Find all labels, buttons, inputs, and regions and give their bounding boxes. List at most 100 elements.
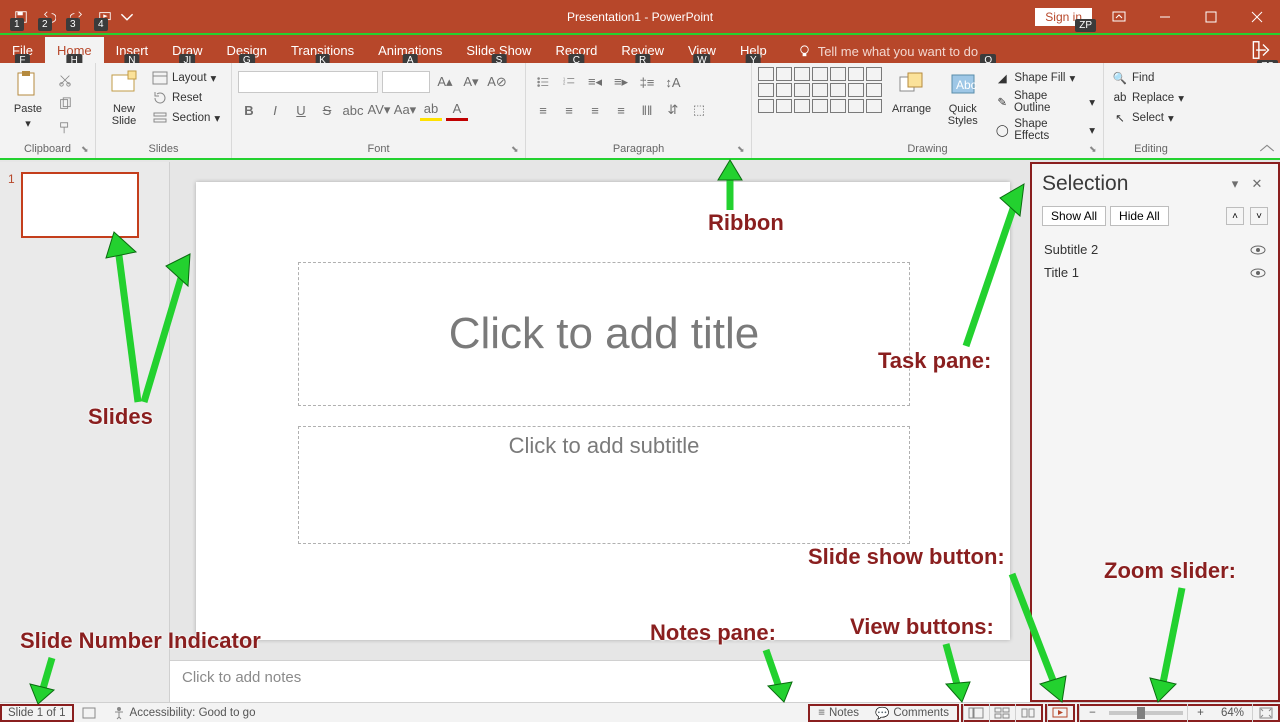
tab-file[interactable]: FileF: [0, 37, 45, 63]
language-indicator[interactable]: [74, 707, 104, 719]
layout-button[interactable]: Layout ▾: [150, 69, 222, 87]
increase-indent-button[interactable]: ≡▸: [610, 71, 632, 93]
qat-redo[interactable]: 3: [64, 5, 90, 29]
notes-pane[interactable]: Click to add notes: [170, 660, 1030, 702]
qat-save[interactable]: 1: [8, 5, 34, 29]
quick-styles-button[interactable]: Abc Quick Styles: [941, 67, 984, 143]
highlight-button[interactable]: ab: [420, 99, 442, 121]
tab-slide-show[interactable]: Slide ShowS: [454, 37, 543, 63]
slide-show-button[interactable]: [1047, 704, 1073, 722]
slide-canvas-area[interactable]: Click to add title Click to add subtitle: [170, 162, 1030, 702]
font-name-combo[interactable]: [238, 71, 378, 93]
qat-start-from-beginning[interactable]: 4: [92, 5, 118, 29]
replace-button[interactable]: abReplace ▾: [1110, 89, 1192, 107]
find-button[interactable]: 🔍Find: [1110, 69, 1192, 87]
line-spacing-button[interactable]: ‡≡: [636, 71, 658, 93]
normal-view-button[interactable]: [963, 704, 989, 722]
tab-help[interactable]: HelpY: [728, 37, 779, 63]
bullets-button[interactable]: [532, 71, 554, 93]
window-close[interactable]: [1234, 0, 1280, 33]
increase-font-button[interactable]: A▴: [434, 71, 456, 93]
zoom-out-button[interactable]: −: [1079, 704, 1105, 722]
slide-number-indicator[interactable]: Slide 1 of 1: [0, 704, 74, 722]
comments-button[interactable]: 💬 Comments: [867, 706, 957, 720]
tab-insert[interactable]: InsertN: [104, 37, 161, 63]
fit-to-window-button[interactable]: [1252, 704, 1278, 722]
select-button[interactable]: ↖Select ▾: [1110, 109, 1192, 127]
zoom-in-button[interactable]: +: [1187, 704, 1213, 722]
paste-button[interactable]: Paste ▾: [6, 67, 50, 139]
ribbon-display-options[interactable]: [1096, 0, 1142, 33]
shadow-button[interactable]: abc: [342, 99, 364, 121]
bold-button[interactable]: B: [238, 99, 260, 121]
align-center-button[interactable]: ≡: [558, 99, 580, 121]
send-backward-button[interactable]: ˅: [1250, 207, 1268, 225]
thumbnail-slide-1[interactable]: [21, 172, 139, 238]
dialog-launcher-icon[interactable]: ⬊: [737, 144, 749, 156]
decrease-indent-button[interactable]: ≡◂: [584, 71, 606, 93]
align-text-button[interactable]: ⇵: [662, 99, 684, 121]
selection-item[interactable]: Subtitle 2: [1042, 238, 1268, 261]
tab-home[interactable]: HomeH: [45, 37, 104, 63]
sign-in-button[interactable]: Sign in ZP: [1035, 8, 1092, 26]
arrange-button[interactable]: Arrange: [890, 67, 933, 143]
eye-icon[interactable]: [1250, 267, 1266, 279]
align-right-button[interactable]: ≡: [584, 99, 606, 121]
columns-button[interactable]: ‖‖: [636, 99, 658, 121]
copy-button[interactable]: [54, 93, 76, 115]
decrease-font-button[interactable]: A▾: [460, 71, 482, 93]
window-maximize[interactable]: [1188, 0, 1234, 33]
strikethrough-button[interactable]: S: [316, 99, 338, 121]
eye-icon[interactable]: [1250, 244, 1266, 256]
slide-thumbnails-pane[interactable]: 1: [0, 162, 170, 702]
zoom-slider[interactable]: [1109, 711, 1183, 715]
show-all-button[interactable]: Show All: [1042, 206, 1106, 226]
title-placeholder[interactable]: Click to add title: [298, 262, 910, 406]
tell-me-search[interactable]: Tell me what you want to do Q: [797, 44, 978, 63]
reading-view-button[interactable]: [1015, 704, 1041, 722]
hide-all-button[interactable]: Hide All: [1110, 206, 1169, 226]
dialog-launcher-icon[interactable]: ⬊: [81, 144, 93, 156]
tab-record[interactable]: RecordC: [543, 37, 609, 63]
shape-fill-button[interactable]: ◢Shape Fill ▾: [992, 69, 1097, 87]
font-color-button[interactable]: A: [446, 99, 468, 121]
pane-options-button[interactable]: ▾: [1224, 173, 1246, 195]
share-button[interactable]: ZS: [1252, 39, 1274, 61]
smartart-button[interactable]: ⬚: [688, 99, 710, 121]
format-painter-button[interactable]: [54, 117, 76, 139]
section-button[interactable]: Section ▾: [150, 109, 222, 127]
justify-button[interactable]: ≡: [610, 99, 632, 121]
dialog-launcher-icon[interactable]: ⬊: [1089, 144, 1101, 156]
align-left-button[interactable]: ≡: [532, 99, 554, 121]
clear-formatting-button[interactable]: A⊘: [486, 71, 508, 93]
new-slide-button[interactable]: New Slide: [102, 67, 146, 127]
font-size-combo[interactable]: [382, 71, 430, 93]
shapes-gallery[interactable]: [758, 67, 882, 143]
tab-view[interactable]: ViewW: [676, 37, 728, 63]
reset-button[interactable]: Reset: [150, 89, 222, 107]
slide-sorter-button[interactable]: [989, 704, 1015, 722]
pane-close-button[interactable]: ✕: [1246, 173, 1268, 195]
underline-button[interactable]: U: [290, 99, 312, 121]
italic-button[interactable]: I: [264, 99, 286, 121]
character-spacing-button[interactable]: AV▾: [368, 99, 390, 121]
tab-animations[interactable]: AnimationsA: [366, 37, 454, 63]
bring-forward-button[interactable]: ˄: [1226, 207, 1244, 225]
window-minimize[interactable]: [1142, 0, 1188, 33]
qat-customize[interactable]: [120, 5, 134, 29]
numbering-button[interactable]: 12: [558, 71, 580, 93]
dialog-launcher-icon[interactable]: ⬊: [511, 144, 523, 156]
tab-design[interactable]: DesignG: [215, 37, 279, 63]
tab-draw[interactable]: DrawJI: [160, 37, 214, 63]
qat-undo[interactable]: 2: [36, 5, 62, 29]
notes-button[interactable]: ≡ Notes: [810, 707, 867, 719]
zoom-level[interactable]: 64%: [1213, 707, 1252, 719]
cut-button[interactable]: [54, 69, 76, 91]
change-case-button[interactable]: Aa▾: [394, 99, 416, 121]
shape-outline-button[interactable]: ✎Shape Outline ▾: [992, 89, 1097, 115]
shape-effects-button[interactable]: ◯Shape Effects ▾: [992, 117, 1097, 143]
subtitle-placeholder[interactable]: Click to add subtitle: [298, 426, 910, 544]
accessibility-indicator[interactable]: Accessibility: Good to go: [104, 706, 264, 720]
collapse-ribbon-button[interactable]: [1258, 142, 1276, 156]
tab-review[interactable]: ReviewR: [609, 37, 676, 63]
